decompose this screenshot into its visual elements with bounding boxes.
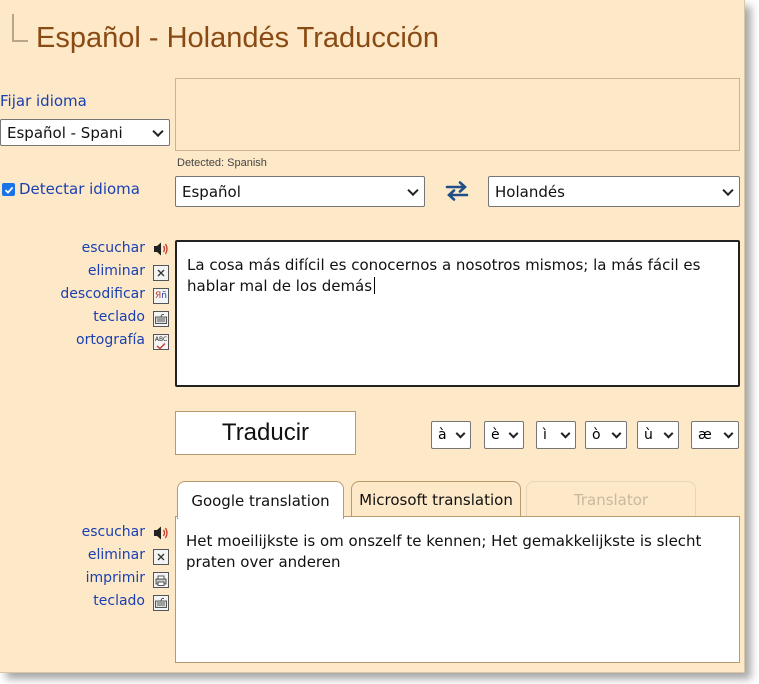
decode-icon[interactable]: Яñ bbox=[153, 288, 169, 304]
keyboard-icon[interactable] bbox=[153, 311, 169, 327]
translation-output[interactable]: Het moeilijkste is om onszelf te kennen;… bbox=[175, 516, 740, 663]
swap-languages-button[interactable] bbox=[443, 181, 471, 201]
speaker-icon[interactable] bbox=[153, 525, 169, 541]
keyboard-link[interactable]: teclado bbox=[93, 593, 145, 609]
translate-button[interactable]: Traducir bbox=[175, 411, 356, 455]
tab-google-translation[interactable]: Google translation bbox=[177, 481, 344, 519]
target-language-value: Holandés bbox=[495, 182, 565, 201]
delete-link[interactable]: eliminar bbox=[88, 547, 145, 563]
keyboard-link[interactable]: teclado bbox=[93, 309, 145, 325]
accent-value: ù bbox=[644, 427, 653, 443]
accent-value: è bbox=[491, 427, 500, 443]
source-language-value: Español bbox=[182, 182, 241, 201]
detect-input-area[interactable] bbox=[175, 78, 740, 151]
chevron-down-icon bbox=[560, 428, 571, 439]
accent-select-ae[interactable]: æ bbox=[691, 421, 739, 449]
chevron-down-icon bbox=[663, 428, 674, 439]
accent-select-a[interactable]: à bbox=[431, 421, 471, 449]
page-title: Español - Holandés Traducción bbox=[36, 22, 440, 54]
accent-value: à bbox=[438, 427, 447, 443]
chevron-down-icon bbox=[722, 184, 734, 196]
accent-value: ò bbox=[592, 427, 601, 443]
delete-icon[interactable] bbox=[153, 549, 169, 565]
spellcheck-link[interactable]: ortografía bbox=[76, 332, 145, 348]
detect-language-label: Detectar idioma bbox=[19, 180, 140, 198]
spellcheck-icon[interactable]: ABC bbox=[153, 334, 169, 350]
keyboard-icon[interactable] bbox=[153, 595, 169, 611]
result-tools: escuchar eliminar imprimir teclado bbox=[0, 524, 172, 634]
chevron-down-icon bbox=[611, 428, 622, 439]
detect-language-checkbox[interactable] bbox=[2, 183, 15, 196]
translator-panel: Español - Holandés Traducción Fijar idio… bbox=[0, 0, 745, 673]
target-language-select[interactable]: Holandés bbox=[488, 176, 740, 207]
listen-link[interactable]: escuchar bbox=[82, 524, 145, 540]
chevron-down-icon bbox=[152, 125, 164, 137]
accent-value: ì bbox=[543, 427, 547, 443]
print-link[interactable]: imprimir bbox=[86, 570, 145, 586]
tab-microsoft-translation[interactable]: Microsoft translation bbox=[351, 481, 521, 517]
detected-language-text: Detected: Spanish bbox=[177, 157, 267, 169]
accent-select-o[interactable]: ò bbox=[585, 421, 627, 449]
listen-link[interactable]: escuchar bbox=[82, 240, 145, 256]
chevron-down-icon bbox=[508, 428, 519, 439]
swap-arrows-icon bbox=[445, 181, 469, 201]
source-language-select[interactable]: Español bbox=[175, 176, 425, 207]
chevron-down-icon bbox=[407, 184, 419, 196]
decode-link[interactable]: descodificar bbox=[60, 286, 145, 302]
chevron-down-icon bbox=[455, 428, 466, 439]
chevron-down-icon bbox=[723, 428, 734, 439]
result-text: Het moeilijkste is om onszelf te kennen;… bbox=[186, 532, 702, 571]
source-tools: escuchar eliminar descodificar Яñ teclad… bbox=[0, 240, 172, 390]
delete-link[interactable]: eliminar bbox=[88, 263, 145, 279]
accent-select-u[interactable]: ù bbox=[637, 421, 679, 449]
fix-language-label: Fijar idioma bbox=[0, 92, 87, 110]
text-cursor bbox=[374, 277, 376, 294]
title-bracket bbox=[12, 14, 28, 42]
accent-value: æ bbox=[698, 427, 712, 443]
accent-select-e[interactable]: è bbox=[484, 421, 524, 449]
source-text: La cosa más difícil es conocernos a noso… bbox=[187, 256, 701, 295]
source-text-input[interactable]: La cosa más difícil es conocernos a noso… bbox=[175, 240, 740, 387]
print-icon[interactable] bbox=[153, 572, 169, 588]
delete-icon[interactable] bbox=[153, 265, 169, 281]
fix-language-value: Español - Spani bbox=[7, 123, 123, 142]
fix-language-select[interactable]: Español - Spani bbox=[0, 119, 170, 146]
tab-translator[interactable]: Translator bbox=[526, 481, 696, 517]
checkmark-icon bbox=[4, 186, 13, 194]
accent-select-i[interactable]: ì bbox=[536, 421, 576, 449]
speaker-icon[interactable] bbox=[153, 241, 169, 257]
